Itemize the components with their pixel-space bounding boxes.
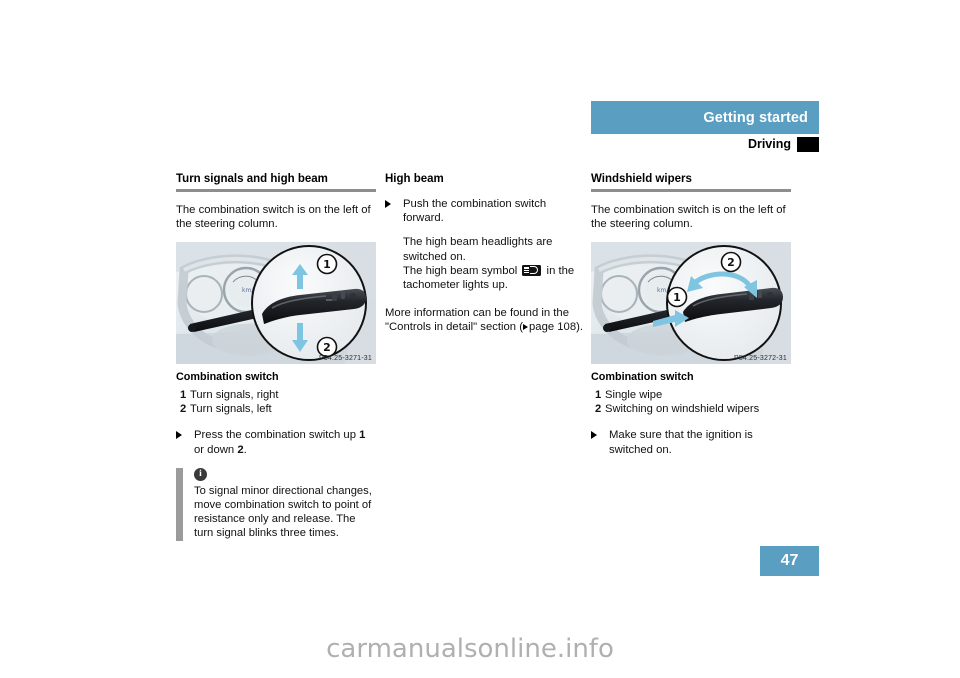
section-title: Getting started bbox=[703, 109, 808, 126]
high-beam-indicator-icon bbox=[522, 264, 542, 276]
instruction-text-part: . bbox=[243, 443, 247, 456]
bullet-triangle-icon bbox=[176, 431, 182, 440]
legend-list-left: 1 Turn signals, right 2 Turn signals, le… bbox=[176, 388, 376, 416]
page-number: 47 bbox=[760, 546, 819, 576]
caption-combination-switch-left: Combination switch bbox=[176, 371, 279, 384]
heading-high-beam: High beam bbox=[385, 173, 444, 185]
legend-label: Switching on windshield wipers bbox=[605, 403, 760, 416]
legend-item: 1 Turn signals, right bbox=[176, 388, 376, 402]
legend-label: Turn signals, right bbox=[190, 389, 279, 402]
column-middle: High beam Push the combination switch fo… bbox=[385, 172, 585, 346]
heading-rule bbox=[591, 189, 791, 192]
note-side-bar bbox=[176, 467, 183, 541]
heading-windshield-wipers: Windshield wipers bbox=[591, 173, 692, 185]
instruction-text: Push the combination switch forward. bbox=[403, 198, 547, 225]
note-text: To signal minor directional changes, mov… bbox=[194, 484, 372, 540]
cross-reference-text: More information can be found in the "Co… bbox=[385, 306, 585, 334]
info-note-box: i To signal minor directional changes, m… bbox=[176, 467, 376, 541]
legend-list-right: 1 Single wipe 2 Switching on windshield … bbox=[591, 388, 791, 416]
figure-wiper-illustration: km/h 1 2 bbox=[591, 242, 791, 365]
manual-page: Getting started Driving Turn signals and… bbox=[0, 0, 960, 678]
legend-item: 1 Single wipe bbox=[591, 388, 791, 402]
legend-number: 2 bbox=[180, 403, 187, 416]
instruction-ignition: Make sure that the ignition is switched … bbox=[591, 428, 791, 456]
figure-id-watermark: P54.25-3272-31 bbox=[733, 355, 787, 363]
legend-item: 2 Turn signals, left bbox=[176, 402, 376, 416]
section-header-bar: Getting started bbox=[591, 101, 819, 134]
right-intro-text: The combination switch is on the left of… bbox=[591, 204, 786, 231]
figure-turn-signal-illustration: km/h 1 2 bbox=[176, 242, 376, 365]
column-right: Windshield wipers The combination switch… bbox=[591, 172, 791, 468]
info-icon: i bbox=[194, 467, 207, 481]
subsection-title: Driving bbox=[747, 137, 791, 151]
chapter-tab-marker bbox=[797, 136, 819, 152]
legend-number: 1 bbox=[180, 389, 187, 402]
heading-rule bbox=[176, 189, 376, 192]
site-watermark: carmanualsonline.info bbox=[326, 634, 614, 664]
instruction-ref-number: 1 bbox=[359, 429, 366, 442]
caption-combination-switch-right: Combination switch bbox=[591, 371, 694, 384]
instruction-text-part: Press the combination switch up bbox=[194, 429, 360, 442]
instruction-push-switch: Push the combination switch forward. The… bbox=[385, 197, 585, 292]
legend-item: 2 Switching on windshield wipers bbox=[591, 402, 791, 416]
figure-id-watermark: P54.25-3271-31 bbox=[318, 355, 372, 363]
legend-label: Turn signals, left bbox=[190, 403, 272, 416]
svg-text:2: 2 bbox=[727, 256, 735, 269]
figure-wiper-switch: km/h 1 2 P54.25-3272-31 bbox=[591, 242, 791, 365]
subsection-header: Driving bbox=[591, 134, 819, 154]
instruction-result-1: The high beam headlights are switched on… bbox=[403, 236, 553, 263]
bullet-triangle-icon bbox=[385, 200, 391, 208]
instruction-text: Make sure that the ignition is switched … bbox=[609, 429, 753, 456]
svg-text:1: 1 bbox=[673, 291, 681, 304]
legend-number: 1 bbox=[595, 389, 602, 402]
instruction-text-part: or down bbox=[194, 443, 238, 456]
legend-label: Single wipe bbox=[605, 389, 663, 402]
legend-number: 2 bbox=[595, 403, 602, 416]
result-text-part: The high beam symbol bbox=[403, 264, 521, 277]
svg-text:2: 2 bbox=[323, 341, 331, 354]
bullet-triangle-icon bbox=[591, 431, 597, 440]
heading-turn-signals: Turn signals and high beam bbox=[176, 173, 328, 185]
svg-text:1: 1 bbox=[323, 258, 331, 271]
figure-turn-signal-switch: km/h 1 2 P54.25-3271-31 bbox=[176, 242, 376, 365]
reference-page-text: page 108). bbox=[529, 321, 584, 334]
left-intro-text: The combination switch is on the left of… bbox=[176, 204, 371, 231]
column-left: Turn signals and high beam The combinati… bbox=[176, 172, 376, 541]
instruction-press-switch: Press the combination switch up 1 or dow… bbox=[176, 428, 376, 456]
page-reference-arrow-icon bbox=[523, 324, 528, 331]
instruction-result-2: The high beam symbol in the tachometer l… bbox=[403, 264, 585, 292]
